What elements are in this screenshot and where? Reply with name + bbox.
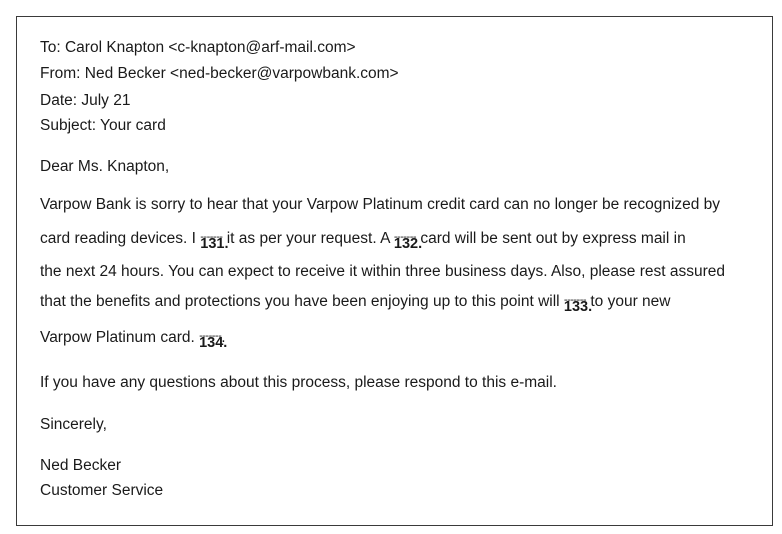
body-line-2-text-c: card will be sent out by express mail in: [416, 230, 686, 247]
blank-131: ------- 131.: [200, 230, 229, 252]
body-line-4-text-b: to your new: [586, 293, 671, 310]
blank-134: ------- 134.: [199, 329, 228, 351]
email-subject-line: Subject: Your card: [40, 117, 166, 134]
body-line-4: that the benefits and protections you ha…: [40, 293, 671, 315]
body-line-5-text-a: Varpow Platinum card.: [40, 329, 200, 346]
body-line-1: Varpow Bank is sorry to hear that your V…: [40, 196, 721, 213]
body-line-2-text-b: it as per your request. A: [222, 230, 394, 247]
body-line-4-text-a: that the benefits and protections you ha…: [40, 293, 564, 310]
signature-name: Ned Becker: [40, 457, 121, 474]
blank-133-number: 133.: [563, 299, 593, 315]
blank-131-number: 131.: [200, 236, 229, 252]
signoff: Sincerely,: [40, 416, 107, 433]
email-to-line: To: Carol Knapton <c-knapton@arf-mail.co…: [40, 39, 356, 56]
blank-134-number: 134.: [199, 335, 228, 351]
blank-132: ------- 132.: [393, 230, 423, 252]
body-line-2-text-a: card reading devices. I: [40, 230, 201, 247]
blank-133: ------- 133.: [563, 293, 593, 315]
body-line-3: the next 24 hours. You can expect to rec…: [40, 263, 725, 280]
email-date-line: Date: July 21: [40, 92, 131, 109]
email-from-line: From: Ned Becker <ned-becker@varpowbank.…: [40, 65, 399, 82]
signature-department: Customer Service: [40, 482, 164, 499]
body-line-2: card reading devices. I ------- 131. it a…: [40, 230, 686, 252]
closing-paragraph: If you have any questions about this pro…: [40, 374, 557, 391]
salutation: Dear Ms. Knapton,: [40, 158, 170, 175]
body-line-5: Varpow Platinum card. ------- 134..: [40, 329, 228, 351]
blank-132-number: 132.: [393, 236, 423, 252]
